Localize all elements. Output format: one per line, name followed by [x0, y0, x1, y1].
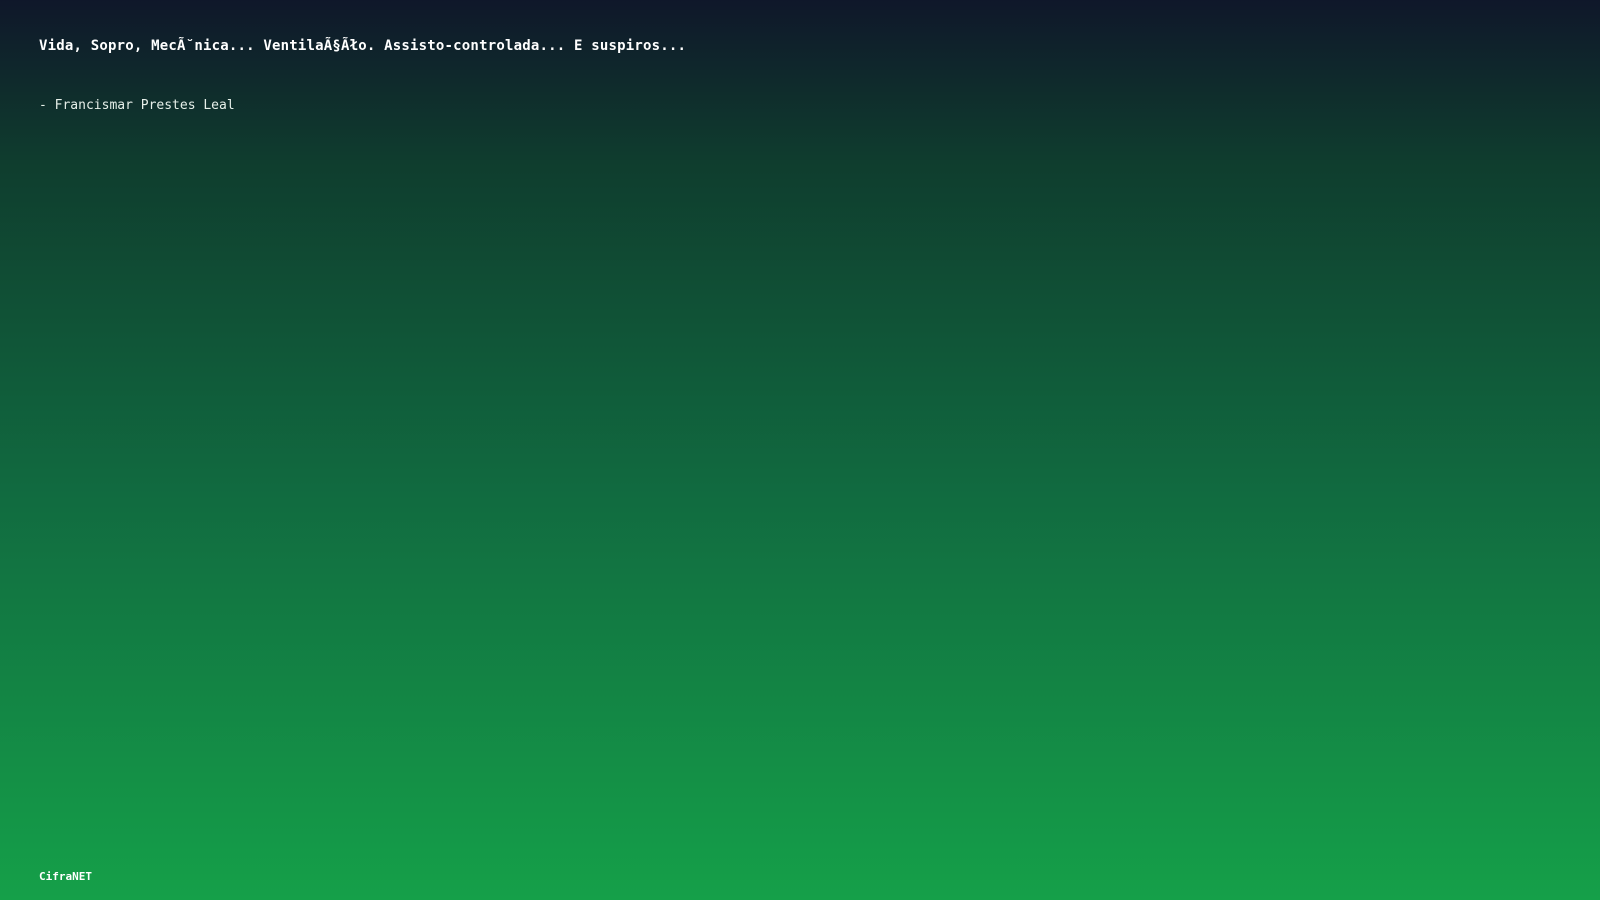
- quote-text: Vida, Sopro, MecÃ˘nica... VentilaÃ§Ãło. …: [39, 38, 687, 54]
- brand-footer: CifraNET: [39, 870, 92, 883]
- quote-author: - Francismar Prestes Leal: [39, 98, 235, 113]
